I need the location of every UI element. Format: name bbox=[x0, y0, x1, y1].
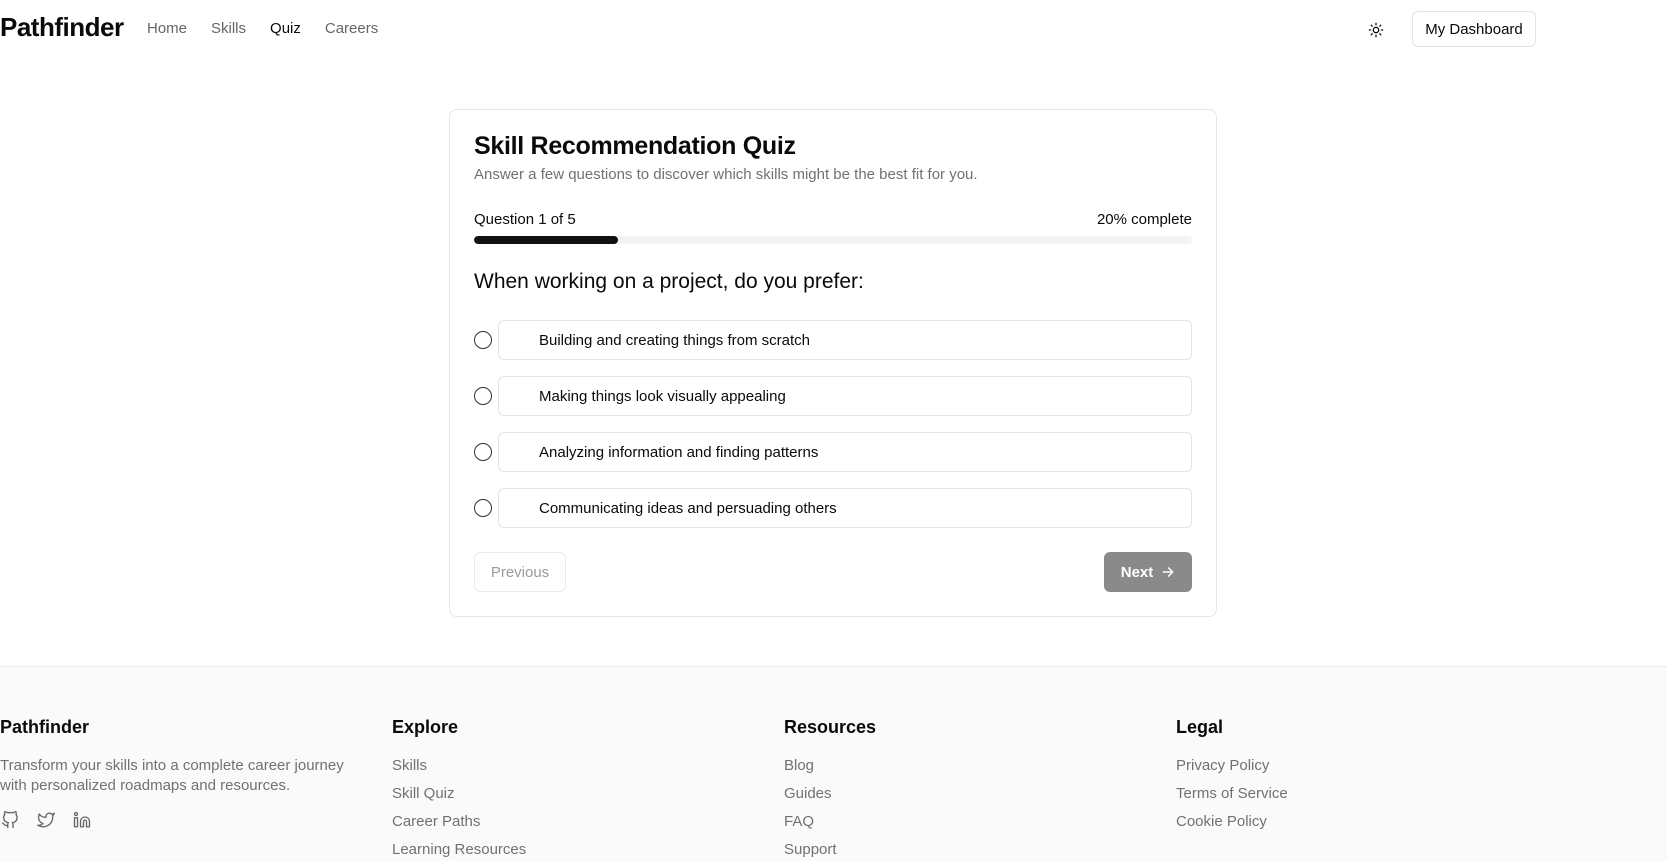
next-button-label: Next bbox=[1120, 563, 1154, 581]
footer-description: Transform your skills into a complete ca… bbox=[0, 757, 344, 794]
footer-link[interactable]: Skill Quiz bbox=[392, 784, 526, 803]
nav-home[interactable]: Home bbox=[147, 20, 187, 37]
footer-brand-column: Pathfinder Transform your skills into a … bbox=[0, 717, 360, 830]
footer-link[interactable]: Privacy Policy bbox=[1176, 756, 1288, 775]
progress-bar bbox=[474, 236, 1192, 244]
footer-link[interactable]: Blog bbox=[784, 756, 876, 775]
footer-link[interactable]: Career Paths bbox=[392, 812, 526, 831]
github-icon[interactable] bbox=[0, 810, 20, 830]
site-header: Pathfinder Home Skills Quiz Careers My D… bbox=[0, 0, 1667, 58]
footer-resources-title: Resources bbox=[784, 717, 877, 737]
footer-legal-title: Legal bbox=[1176, 717, 1224, 737]
linkedin-icon[interactable] bbox=[72, 810, 92, 830]
footer-explore-title: Explore bbox=[392, 717, 459, 737]
answer-option: Communicating ideas and persuading other… bbox=[474, 488, 1192, 528]
option-radio[interactable] bbox=[474, 499, 492, 517]
brand-logo[interactable]: Pathfinder bbox=[0, 12, 124, 43]
footer-link[interactable]: FAQ bbox=[784, 812, 876, 831]
option-box[interactable]: Communicating ideas and persuading other… bbox=[498, 488, 1192, 528]
question-text: When working on a project, do you prefer… bbox=[474, 270, 864, 293]
quiz-subtitle: Answer a few questions to discover which… bbox=[474, 166, 978, 183]
option-radio[interactable] bbox=[474, 443, 492, 461]
footer-link[interactable]: Terms of Service bbox=[1176, 784, 1288, 803]
my-dashboard-button[interactable]: My Dashboard bbox=[1412, 11, 1536, 47]
social-links bbox=[0, 810, 360, 830]
option-label: Communicating ideas and persuading other… bbox=[539, 500, 837, 517]
option-label: Analyzing information and finding patter… bbox=[539, 444, 819, 461]
option-label: Building and creating things from scratc… bbox=[539, 332, 810, 349]
question-counter: Question 1 of 5 bbox=[474, 211, 576, 228]
answer-option: Making things look visually appealing bbox=[474, 376, 1192, 416]
nav-quiz[interactable]: Quiz bbox=[270, 20, 301, 37]
arrow-right-icon bbox=[1162, 567, 1174, 577]
site-footer: Pathfinder Transform your skills into a … bbox=[0, 666, 1667, 861]
nav-skills[interactable]: Skills bbox=[211, 20, 246, 37]
footer-link[interactable]: Guides bbox=[784, 784, 876, 803]
theme-toggle-button[interactable] bbox=[1364, 18, 1388, 42]
quiz-card: Skill Recommendation Quiz Answer a few q… bbox=[449, 109, 1217, 617]
twitter-icon[interactable] bbox=[36, 810, 56, 830]
footer-link[interactable]: Support bbox=[784, 840, 876, 859]
answer-option: Analyzing information and finding patter… bbox=[474, 432, 1192, 472]
option-box[interactable]: Building and creating things from scratc… bbox=[498, 320, 1192, 360]
quiz-title: Skill Recommendation Quiz bbox=[474, 132, 796, 160]
sun-icon bbox=[1368, 22, 1384, 38]
footer-link[interactable]: Cookie Policy bbox=[1176, 812, 1288, 831]
option-radio[interactable] bbox=[474, 387, 492, 405]
progress-bar-fill bbox=[474, 236, 618, 244]
footer-resources-column: Resources Blog Guides FAQ Support bbox=[784, 717, 876, 861]
main-nav: Home Skills Quiz Careers bbox=[147, 20, 378, 37]
option-radio[interactable] bbox=[474, 331, 492, 349]
footer-link[interactable]: Learning Resources bbox=[392, 840, 526, 859]
progress-percent: 20% complete bbox=[1096, 211, 1192, 228]
option-box[interactable]: Making things look visually appealing bbox=[498, 376, 1192, 416]
next-button[interactable]: Next bbox=[1104, 552, 1192, 592]
option-box[interactable]: Analyzing information and finding patter… bbox=[498, 432, 1192, 472]
footer-link[interactable]: Skills bbox=[392, 756, 526, 775]
nav-careers[interactable]: Careers bbox=[325, 20, 378, 37]
footer-brand: Pathfinder bbox=[0, 717, 90, 737]
option-label: Making things look visually appealing bbox=[539, 388, 786, 405]
answer-options: Building and creating things from scratc… bbox=[474, 320, 1192, 544]
previous-button[interactable]: Previous bbox=[474, 552, 566, 592]
footer-legal-column: Legal Privacy Policy Terms of Service Co… bbox=[1176, 717, 1288, 840]
footer-explore-column: Explore Skills Skill Quiz Career Paths L… bbox=[392, 717, 526, 861]
answer-option: Building and creating things from scratc… bbox=[474, 320, 1192, 360]
